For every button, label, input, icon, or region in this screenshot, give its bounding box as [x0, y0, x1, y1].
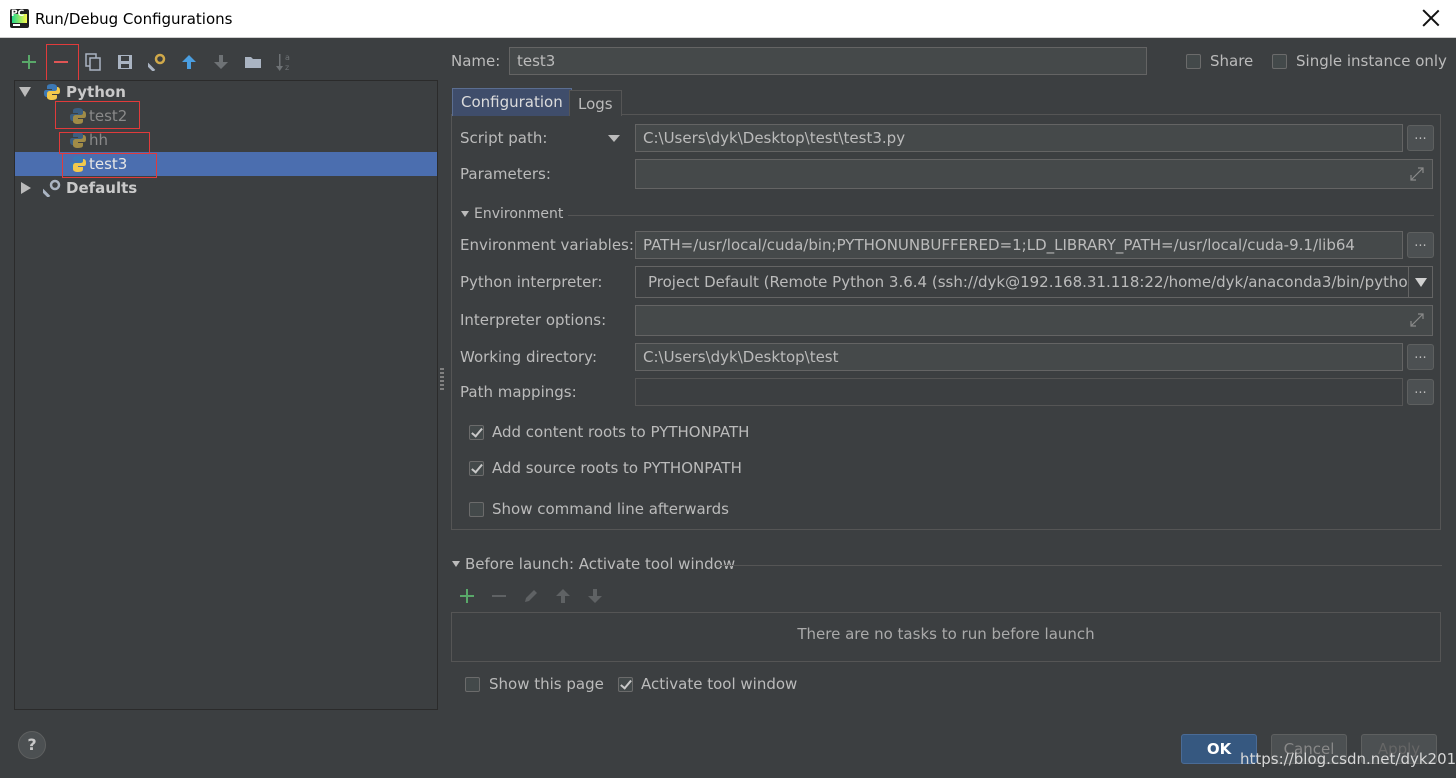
add-content-roots-label: Add content roots to PYTHONPATH	[492, 423, 750, 441]
python-icon	[44, 84, 60, 100]
interpreter-value: Project Default (Remote Python 3.6.4 (ss…	[648, 273, 1432, 291]
interp-options-field[interactable]	[635, 305, 1433, 336]
before-launch-task-list: There are no tasks to run before launch	[451, 612, 1441, 662]
wrench-icon	[43, 179, 61, 197]
chevron-down-icon	[1415, 278, 1427, 287]
expanded-arrow-icon[interactable]	[19, 87, 31, 97]
add-task-icon[interactable]	[456, 585, 478, 607]
single-instance-checkbox[interactable]	[1272, 54, 1287, 69]
window-title: Run/Debug Configurations	[35, 10, 233, 28]
browse-script-button[interactable]: ...	[1407, 125, 1434, 151]
share-label: Share	[1210, 52, 1254, 70]
expand-icon[interactable]	[1410, 313, 1424, 327]
collapsed-arrow-icon[interactable]	[21, 182, 31, 194]
env-vars-label: Environment variables:	[460, 236, 634, 254]
add-source-roots-checkbox[interactable]	[469, 461, 484, 476]
pycharm-logo-icon: PC	[10, 9, 29, 28]
show-cmd-checkbox[interactable]	[469, 502, 484, 517]
tab-logs[interactable]: Logs	[569, 90, 622, 116]
divider	[568, 215, 1434, 216]
remove-task-icon[interactable]	[488, 585, 510, 607]
chevron-down-icon[interactable]	[452, 561, 460, 567]
title-bar: PC Run/Debug Configurations	[0, 0, 1456, 38]
edit-env-vars-button[interactable]: ...	[1407, 232, 1434, 258]
highlight-box	[62, 153, 157, 178]
environment-section-label: Environment	[474, 206, 564, 222]
working-dir-label: Working directory:	[460, 348, 598, 366]
show-this-page-label: Show this page	[489, 675, 604, 693]
move-task-up-icon[interactable]	[552, 585, 574, 607]
move-down-icon[interactable]	[210, 51, 232, 73]
path-mappings-field[interactable]	[635, 378, 1403, 406]
move-task-down-icon[interactable]	[584, 585, 606, 607]
share-checkbox[interactable]	[1186, 54, 1201, 69]
activate-tool-window-checkbox[interactable]	[618, 677, 633, 692]
tab-configuration[interactable]: Configuration	[452, 88, 572, 116]
working-dir-field[interactable]: C:\Users\dyk\Desktop\test	[635, 343, 1403, 371]
chevron-down-icon[interactable]	[461, 211, 469, 217]
interpreter-dropdown-button[interactable]	[1408, 267, 1432, 297]
svg-text:z: z	[285, 63, 289, 72]
tree-label-defaults: Defaults	[66, 179, 138, 197]
divider	[716, 565, 1442, 566]
add-content-roots-checkbox[interactable]	[469, 425, 484, 440]
wrench-icon[interactable]	[146, 51, 168, 73]
script-path-field[interactable]: C:\Users\dyk\Desktop\test\test3.py	[635, 124, 1403, 152]
add-source-roots-label: Add source roots to PYTHONPATH	[492, 459, 742, 477]
env-vars-field[interactable]: PATH=/usr/local/cuda/bin;PYTHONUNBUFFERE…	[635, 231, 1403, 259]
show-this-page-checkbox[interactable]	[465, 677, 480, 692]
copy-icon[interactable]	[82, 51, 104, 73]
folder-icon[interactable]	[242, 51, 264, 73]
chevron-down-icon[interactable]	[608, 135, 620, 142]
move-up-icon[interactable]	[178, 51, 200, 73]
activate-tool-window-label: Activate tool window	[641, 675, 798, 693]
save-icon[interactable]	[114, 51, 136, 73]
tree-node-defaults[interactable]: Defaults	[15, 176, 437, 200]
edit-task-icon[interactable]	[520, 585, 542, 607]
parameters-field[interactable]	[635, 159, 1433, 189]
browse-working-dir-button[interactable]: ...	[1407, 344, 1434, 370]
highlight-box	[55, 101, 140, 129]
expand-icon[interactable]	[1410, 167, 1424, 181]
interpreter-label: Python interpreter:	[460, 273, 603, 291]
script-path-label: Script path:	[460, 129, 548, 147]
name-field[interactable]: test3	[509, 47, 1147, 75]
interp-options-label: Interpreter options:	[460, 311, 607, 329]
highlight-box	[59, 132, 150, 154]
watermark-text: https://blog.csdn.net/dyk2013	[1240, 750, 1456, 768]
sort-icon[interactable]: az	[274, 51, 296, 73]
name-label: Name:	[451, 52, 501, 70]
no-tasks-text: There are no tasks to run before launch	[797, 625, 1095, 643]
single-instance-label: Single instance only	[1296, 52, 1447, 70]
close-icon[interactable]	[1420, 7, 1442, 29]
highlight-box	[46, 44, 79, 83]
show-cmd-label: Show command line afterwards	[492, 500, 729, 518]
splitter-handle[interactable]	[440, 368, 444, 390]
help-button[interactable]: ?	[18, 731, 46, 759]
path-mappings-label: Path mappings:	[460, 383, 577, 401]
svg-text:a: a	[285, 53, 290, 62]
before-launch-label: Before launch: Activate tool window	[465, 555, 736, 573]
add-icon[interactable]	[18, 51, 40, 73]
edit-path-mappings-button[interactable]: ...	[1407, 379, 1434, 405]
parameters-label: Parameters:	[460, 165, 551, 183]
interpreter-select[interactable]: Project Default (Remote Python 3.6.4 (ss…	[635, 266, 1433, 298]
